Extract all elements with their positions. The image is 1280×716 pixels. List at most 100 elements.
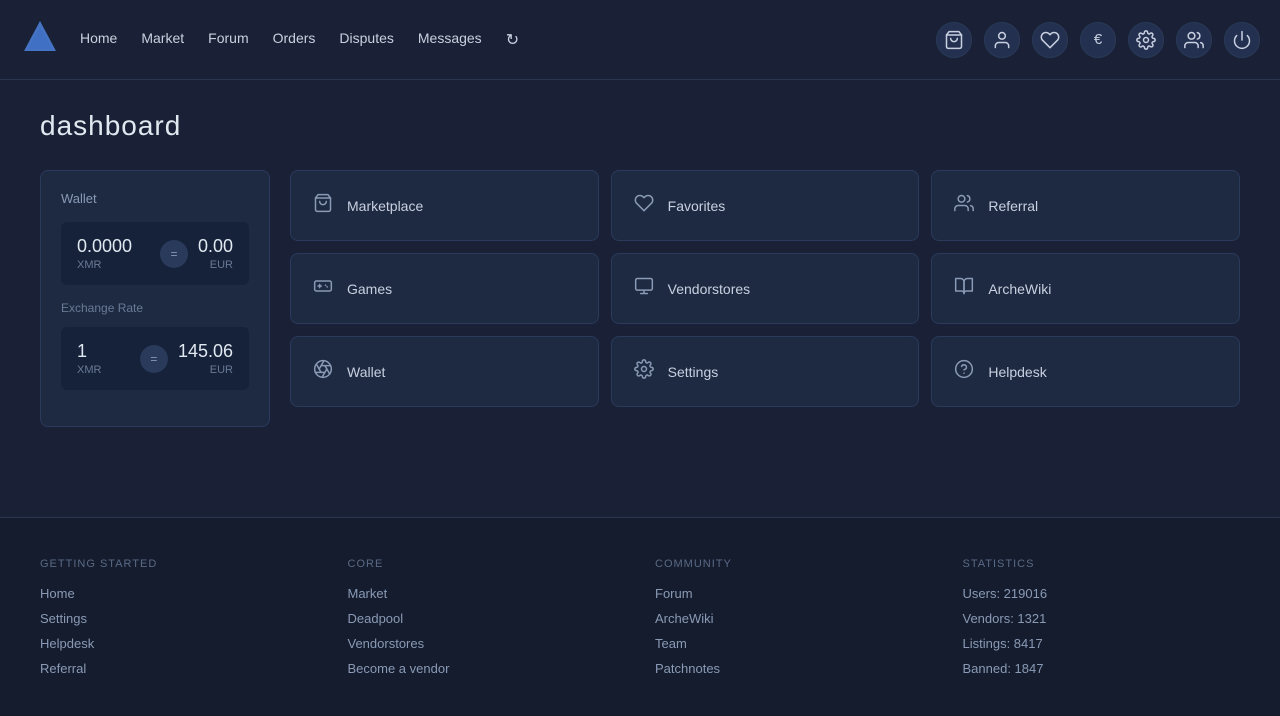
balance-eur-value: 0.00 xyxy=(198,236,233,257)
referral-icon xyxy=(1184,30,1204,50)
rate-eur-currency: EUR xyxy=(178,364,233,376)
rate-xmr-currency: XMR xyxy=(77,364,130,376)
referral-ql-icon xyxy=(952,193,976,218)
balance-xmr-currency: XMR xyxy=(77,259,150,271)
rate-xmr-value: 1 xyxy=(77,341,130,362)
main-content: dashboard Wallet 0.0000 XMR = 0.00 EUR E… xyxy=(0,80,1280,457)
favorites-label: Favorites xyxy=(668,198,726,214)
referral-button[interactable] xyxy=(1176,22,1212,58)
equals-badge: = xyxy=(160,240,188,268)
marketplace-label: Marketplace xyxy=(347,198,423,214)
vendorstores-label: Vendorstores xyxy=(668,281,751,297)
nav-market[interactable]: Market xyxy=(141,30,184,50)
footer-link-market[interactable]: Market xyxy=(348,586,626,601)
balance-eur-currency: EUR xyxy=(198,259,233,271)
wallet-card: Wallet 0.0000 XMR = 0.00 EUR Exchange Ra… xyxy=(40,170,270,427)
vendorstores-icon xyxy=(632,276,656,301)
archewiki-link[interactable]: ArcheWiki xyxy=(931,253,1240,324)
nav-forum[interactable]: Forum xyxy=(208,30,248,50)
footer-getting-started-title: GETTING STARTED xyxy=(40,558,318,570)
footer-statistics-title: STATISTICS xyxy=(963,558,1241,570)
nav-home[interactable]: Home xyxy=(80,30,117,50)
footer-link-helpdesk[interactable]: Helpdesk xyxy=(40,636,318,651)
stat-vendors: Vendors: 1321 xyxy=(963,611,1241,626)
rate-eur: 145.06 EUR xyxy=(178,341,233,376)
page-title: dashboard xyxy=(40,110,1240,142)
dashboard-grid: Wallet 0.0000 XMR = 0.00 EUR Exchange Ra… xyxy=(40,170,1240,427)
footer-link-become-vendor[interactable]: Become a vendor xyxy=(348,661,626,676)
footer-link-team[interactable]: Team xyxy=(655,636,933,651)
cart-button[interactable] xyxy=(936,22,972,58)
vendorstores-link[interactable]: Vendorstores xyxy=(611,253,920,324)
helpdesk-link[interactable]: Helpdesk xyxy=(931,336,1240,407)
navbar: Home Market Forum Orders Disputes Messag… xyxy=(0,0,1280,80)
footer-community-title: COMMUNITY xyxy=(655,558,933,570)
settings-ql-label: Settings xyxy=(668,364,719,380)
wallet-label: Wallet xyxy=(61,191,249,206)
helpdesk-icon xyxy=(952,359,976,384)
settings-button[interactable] xyxy=(1128,22,1164,58)
stat-banned: Banned: 1847 xyxy=(963,661,1241,676)
footer-core-title: CORE xyxy=(348,558,626,570)
archewiki-label: ArcheWiki xyxy=(988,281,1051,297)
balance-xmr: 0.0000 XMR xyxy=(77,236,150,271)
footer: GETTING STARTED Home Settings Helpdesk R… xyxy=(0,517,1280,716)
user-icon xyxy=(992,30,1012,50)
nav-messages[interactable]: Messages xyxy=(418,30,482,50)
power-icon xyxy=(1232,30,1252,50)
nav-refresh[interactable]: ↻ xyxy=(506,30,519,50)
logo[interactable] xyxy=(20,17,80,62)
helpdesk-label: Helpdesk xyxy=(988,364,1046,380)
balance-row: 0.0000 XMR = 0.00 EUR xyxy=(61,222,249,285)
cart-icon xyxy=(944,30,964,50)
exchange-rate-row: 1 XMR = 145.06 EUR xyxy=(61,327,249,390)
referral-label: Referral xyxy=(988,198,1038,214)
footer-community: COMMUNITY Forum ArcheWiki Team Patchnote… xyxy=(655,558,933,686)
footer-link-home[interactable]: Home xyxy=(40,586,318,601)
rate-equals-badge: = xyxy=(140,345,168,373)
nav-links: Home Market Forum Orders Disputes Messag… xyxy=(80,30,936,50)
user-button[interactable] xyxy=(984,22,1020,58)
stat-users: Users: 219016 xyxy=(963,586,1241,601)
footer-link-archewiki[interactable]: ArcheWiki xyxy=(655,611,933,626)
marketplace-link[interactable]: Marketplace xyxy=(290,170,599,241)
footer-getting-started: GETTING STARTED Home Settings Helpdesk R… xyxy=(40,558,318,686)
games-link[interactable]: Games xyxy=(290,253,599,324)
exchange-rate-label: Exchange Rate xyxy=(61,301,249,315)
favorites-link[interactable]: Favorites xyxy=(611,170,920,241)
referral-link[interactable]: Referral xyxy=(931,170,1240,241)
nav-orders[interactable]: Orders xyxy=(273,30,316,50)
games-icon xyxy=(311,276,335,301)
settings-icon xyxy=(1136,30,1156,50)
heart-icon xyxy=(1040,30,1060,50)
wallet-link[interactable]: Wallet xyxy=(290,336,599,407)
stat-listings: Listings: 8417 xyxy=(963,636,1241,651)
footer-link-forum[interactable]: Forum xyxy=(655,586,933,601)
footer-link-vendorstores[interactable]: Vendorstores xyxy=(348,636,626,651)
footer-link-patchnotes[interactable]: Patchnotes xyxy=(655,661,933,676)
wallet-ql-label: Wallet xyxy=(347,364,385,380)
nav-disputes[interactable]: Disputes xyxy=(339,30,393,50)
footer-link-settings[interactable]: Settings xyxy=(40,611,318,626)
heart-button[interactable] xyxy=(1032,22,1068,58)
euro-button[interactable]: € xyxy=(1080,22,1116,58)
settings-link[interactable]: Settings xyxy=(611,336,920,407)
footer-statistics: STATISTICS Users: 219016 Vendors: 1321 L… xyxy=(963,558,1241,686)
games-label: Games xyxy=(347,281,392,297)
settings-ql-icon xyxy=(632,359,656,384)
balance-xmr-value: 0.0000 xyxy=(77,236,150,257)
footer-core: CORE Market Deadpool Vendorstores Become… xyxy=(348,558,626,686)
rate-xmr: 1 XMR xyxy=(77,341,130,376)
wallet-ql-icon xyxy=(311,359,335,384)
archewiki-icon xyxy=(952,276,976,301)
balance-eur: 0.00 EUR xyxy=(198,236,233,271)
euro-icon: € xyxy=(1094,31,1102,48)
power-button[interactable] xyxy=(1224,22,1260,58)
favorites-icon xyxy=(632,193,656,218)
footer-link-referral[interactable]: Referral xyxy=(40,661,318,676)
nav-icons: € xyxy=(936,22,1260,58)
marketplace-icon xyxy=(311,193,335,218)
rate-eur-value: 145.06 xyxy=(178,341,233,362)
quick-links-grid: Marketplace Favorites Referral xyxy=(290,170,1240,407)
footer-link-deadpool[interactable]: Deadpool xyxy=(348,611,626,626)
